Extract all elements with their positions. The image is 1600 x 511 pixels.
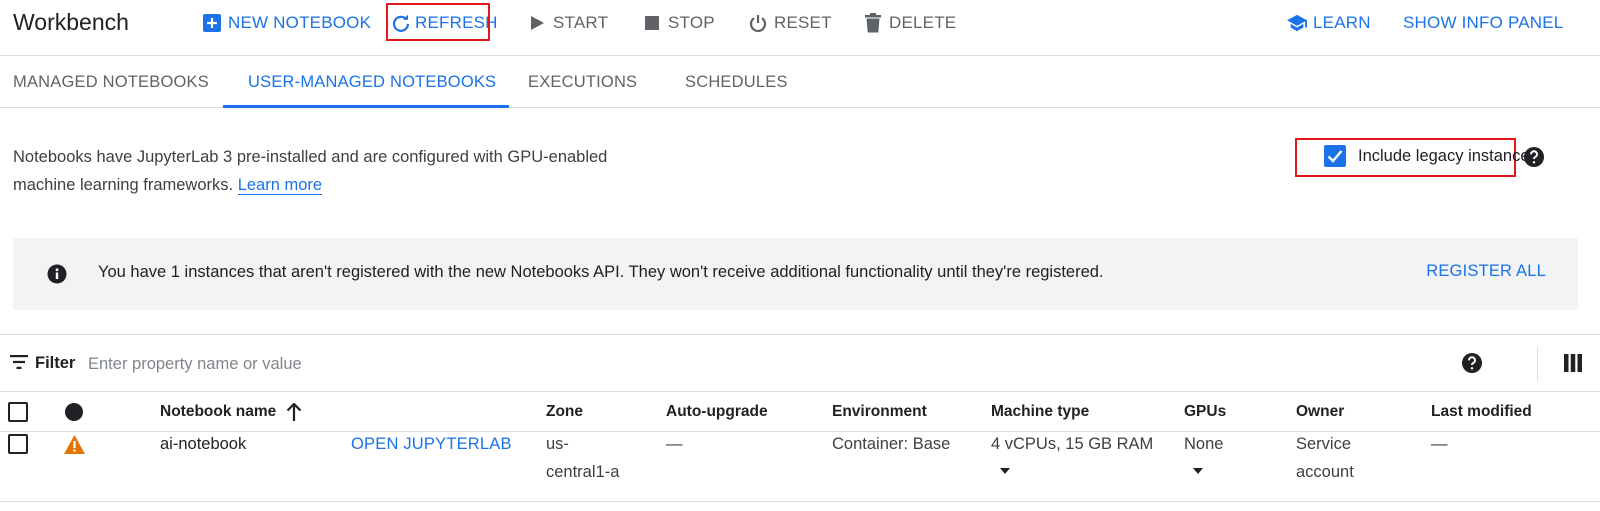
- open-jupyterlab-link[interactable]: OPEN JUPYTERLAB: [351, 430, 512, 458]
- divider: [1537, 347, 1538, 381]
- tab-bar: MANAGED NOTEBOOKS USER-MANAGED NOTEBOOKS…: [0, 56, 1600, 108]
- play-icon: [527, 13, 547, 33]
- status-column-icon: [65, 403, 83, 421]
- refresh-highlight: [386, 3, 490, 41]
- column-last-modified[interactable]: Last modified: [1431, 403, 1532, 421]
- row-checkbox[interactable]: [8, 434, 28, 454]
- show-info-panel-button[interactable]: SHOW INFO PANEL: [1403, 11, 1563, 35]
- table-header: Notebook name Zone Auto-upgrade Environm…: [0, 392, 1600, 432]
- power-icon: [748, 13, 768, 33]
- show-info-panel-label: SHOW INFO PANEL: [1403, 13, 1564, 32]
- column-owner[interactable]: Owner: [1296, 403, 1344, 421]
- column-machine-type[interactable]: Machine type: [991, 403, 1089, 421]
- learn-button[interactable]: LEARN: [1287, 11, 1371, 35]
- owner-line-2: account: [1296, 463, 1354, 481]
- legacy-checkbox[interactable]: [1324, 145, 1346, 167]
- tab-label: SCHEDULES: [685, 72, 788, 91]
- filter-help-icon[interactable]: [1461, 352, 1483, 374]
- register-all-button[interactable]: REGISTER ALL: [1426, 262, 1546, 281]
- tab-executions[interactable]: EXECUTIONS: [528, 56, 637, 108]
- page-description: Notebooks have JupyterLab 3 pre-installe…: [13, 143, 633, 199]
- tab-label: USER-MANAGED NOTEBOOKS: [248, 72, 497, 91]
- zone-line-1: us-: [546, 435, 569, 453]
- include-legacy-toggle[interactable]: Include legacy instances: [1324, 145, 1538, 167]
- description-line-1: Notebooks have JupyterLab 3 pre-installe…: [13, 148, 608, 166]
- filter-label: Filter: [35, 354, 76, 372]
- column-auto-upgrade[interactable]: Auto-upgrade: [666, 403, 768, 421]
- registration-banner: You have 1 instances that aren't registe…: [13, 238, 1578, 310]
- delete-label: DELETE: [889, 13, 957, 32]
- environment-cell: Container: Base: [832, 435, 951, 453]
- table-row: ai-notebook OPEN JUPYTERLAB us- central1…: [0, 432, 1600, 502]
- tab-label: MANAGED NOTEBOOKS: [13, 72, 209, 91]
- filter-bar: Filter: [0, 334, 1600, 392]
- owner-cell: Service account: [1296, 430, 1354, 486]
- page-title: Workbench: [13, 9, 129, 35]
- add-box-icon: [202, 13, 222, 33]
- notebook-name[interactable]: ai-notebook: [160, 430, 246, 458]
- column-environment[interactable]: Environment: [832, 403, 927, 421]
- last-modified-cell: —: [1431, 435, 1448, 453]
- zone-line-2: central1-a: [546, 463, 620, 481]
- column-label: Notebook name: [160, 403, 277, 420]
- auto-upgrade-cell: —: [666, 435, 683, 453]
- description-line-2: machine learning frameworks.: [13, 176, 234, 194]
- new-notebook-button[interactable]: NEW NOTEBOOK: [202, 11, 371, 35]
- owner-line-1: Service: [1296, 435, 1352, 453]
- warning-icon: [64, 435, 85, 454]
- column-zone[interactable]: Zone: [546, 403, 583, 421]
- stop-button[interactable]: STOP: [642, 11, 715, 35]
- machine-type-cell: 4 vCPUs, 15 GB RAM: [991, 435, 1154, 453]
- banner-message: You have 1 instances that aren't registe…: [98, 263, 1104, 281]
- filter-icon: [10, 355, 28, 371]
- tab-user-managed-notebooks[interactable]: USER-MANAGED NOTEBOOKS: [248, 56, 496, 108]
- stop-label: STOP: [668, 13, 715, 32]
- learn-more-link[interactable]: Learn more: [237, 176, 323, 195]
- tab-label: EXECUTIONS: [528, 72, 638, 91]
- help-icon[interactable]: [1523, 146, 1545, 168]
- filter-input[interactable]: [88, 352, 788, 376]
- reset-label: RESET: [774, 13, 832, 32]
- start-button[interactable]: START: [527, 11, 608, 35]
- school-icon: [1287, 13, 1307, 33]
- gpus-dropdown-icon[interactable]: [1193, 468, 1203, 474]
- column-gpus[interactable]: GPUs: [1184, 403, 1226, 421]
- info-icon: [47, 264, 67, 284]
- active-tab-indicator: [223, 105, 509, 108]
- select-all-checkbox[interactable]: [8, 402, 28, 422]
- sort-ascending-icon: [286, 403, 302, 421]
- machine-type-dropdown-icon[interactable]: [1000, 468, 1010, 474]
- trash-icon: [863, 13, 883, 33]
- new-notebook-label: NEW NOTEBOOK: [228, 13, 372, 32]
- stop-icon: [642, 13, 662, 33]
- column-notebook-name[interactable]: Notebook name: [160, 403, 302, 421]
- start-label: START: [553, 13, 609, 32]
- check-icon: [1327, 150, 1343, 163]
- delete-button[interactable]: DELETE: [863, 11, 956, 35]
- tab-schedules[interactable]: SCHEDULES: [685, 56, 788, 108]
- legacy-label: Include legacy instances: [1358, 146, 1538, 165]
- top-toolbar: Workbench NEW NOTEBOOK REFRESH START STO…: [0, 0, 1600, 56]
- column-display-icon[interactable]: [1564, 354, 1582, 372]
- gpus-cell: None: [1184, 435, 1224, 453]
- reset-button[interactable]: RESET: [748, 11, 832, 35]
- zone-cell: us- central1-a: [546, 430, 619, 486]
- tab-managed-notebooks[interactable]: MANAGED NOTEBOOKS: [13, 56, 209, 108]
- learn-label: LEARN: [1313, 13, 1371, 32]
